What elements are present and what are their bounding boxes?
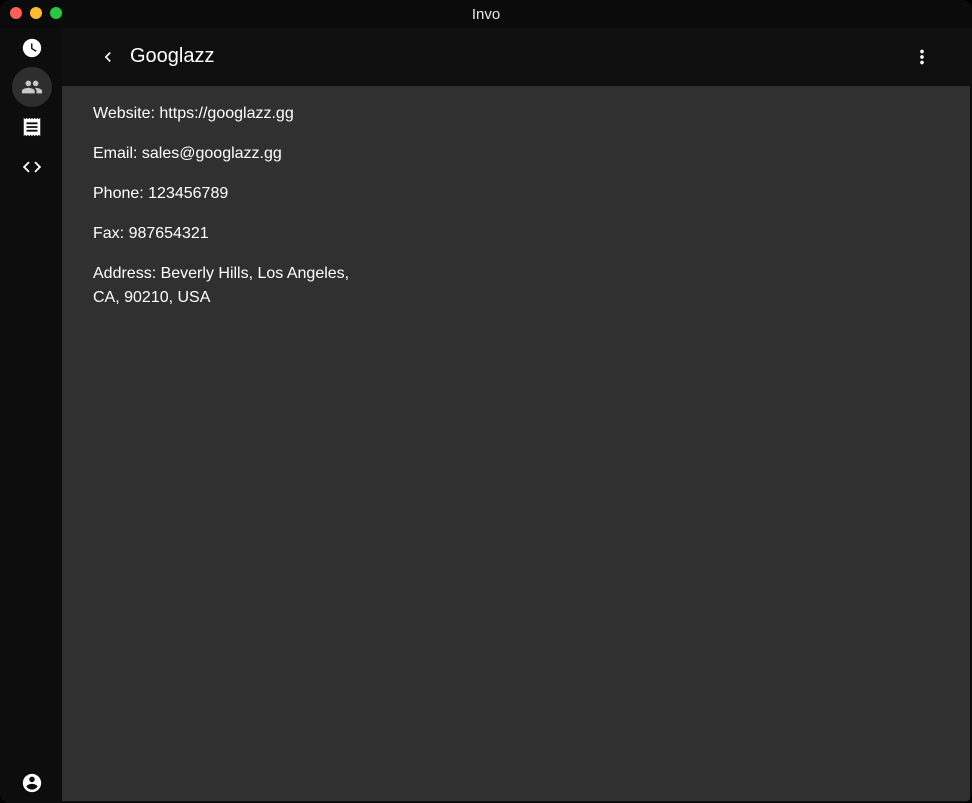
- sidebar-item-invoices[interactable]: [12, 107, 52, 147]
- page-title: Googlazz: [130, 45, 215, 67]
- account-circle-icon: [22, 773, 42, 793]
- chevron-left-icon: [104, 52, 111, 62]
- website-text: Website: https://googlazz.gg: [93, 105, 294, 122]
- email-text: Email: sales@googlazz.gg: [93, 145, 282, 162]
- sidebar-item-account[interactable]: [12, 763, 52, 803]
- more-vert-icon: [920, 49, 924, 65]
- client-details-panel: Website: https://googlazz.gg Email: sale…: [62, 86, 970, 801]
- sidebar-item-clients[interactable]: [12, 67, 52, 107]
- sidebar-item-developer[interactable]: [12, 147, 52, 187]
- clock-icon: [22, 38, 42, 58]
- receipt-icon: [23, 117, 41, 137]
- code-icon: [22, 161, 42, 173]
- app-window: Invo Googlazz Website: https://googlazz.…: [0, 0, 972, 803]
- fax-text: Fax: 987654321: [93, 225, 209, 242]
- sidebar-item-history[interactable]: [12, 28, 52, 68]
- phone-text: Phone: 123456789: [93, 185, 229, 202]
- title-bar: Invo: [0, 0, 972, 28]
- window-title: Invo: [471, 6, 501, 23]
- more-options-button[interactable]: [910, 45, 934, 69]
- app-bar: Googlazz: [62, 28, 972, 86]
- sidebar: [0, 28, 62, 803]
- people-icon: [21, 80, 43, 94]
- back-button[interactable]: [96, 45, 120, 69]
- address-text: Address: Beverly Hills, Los Angeles, CA,…: [93, 265, 350, 306]
